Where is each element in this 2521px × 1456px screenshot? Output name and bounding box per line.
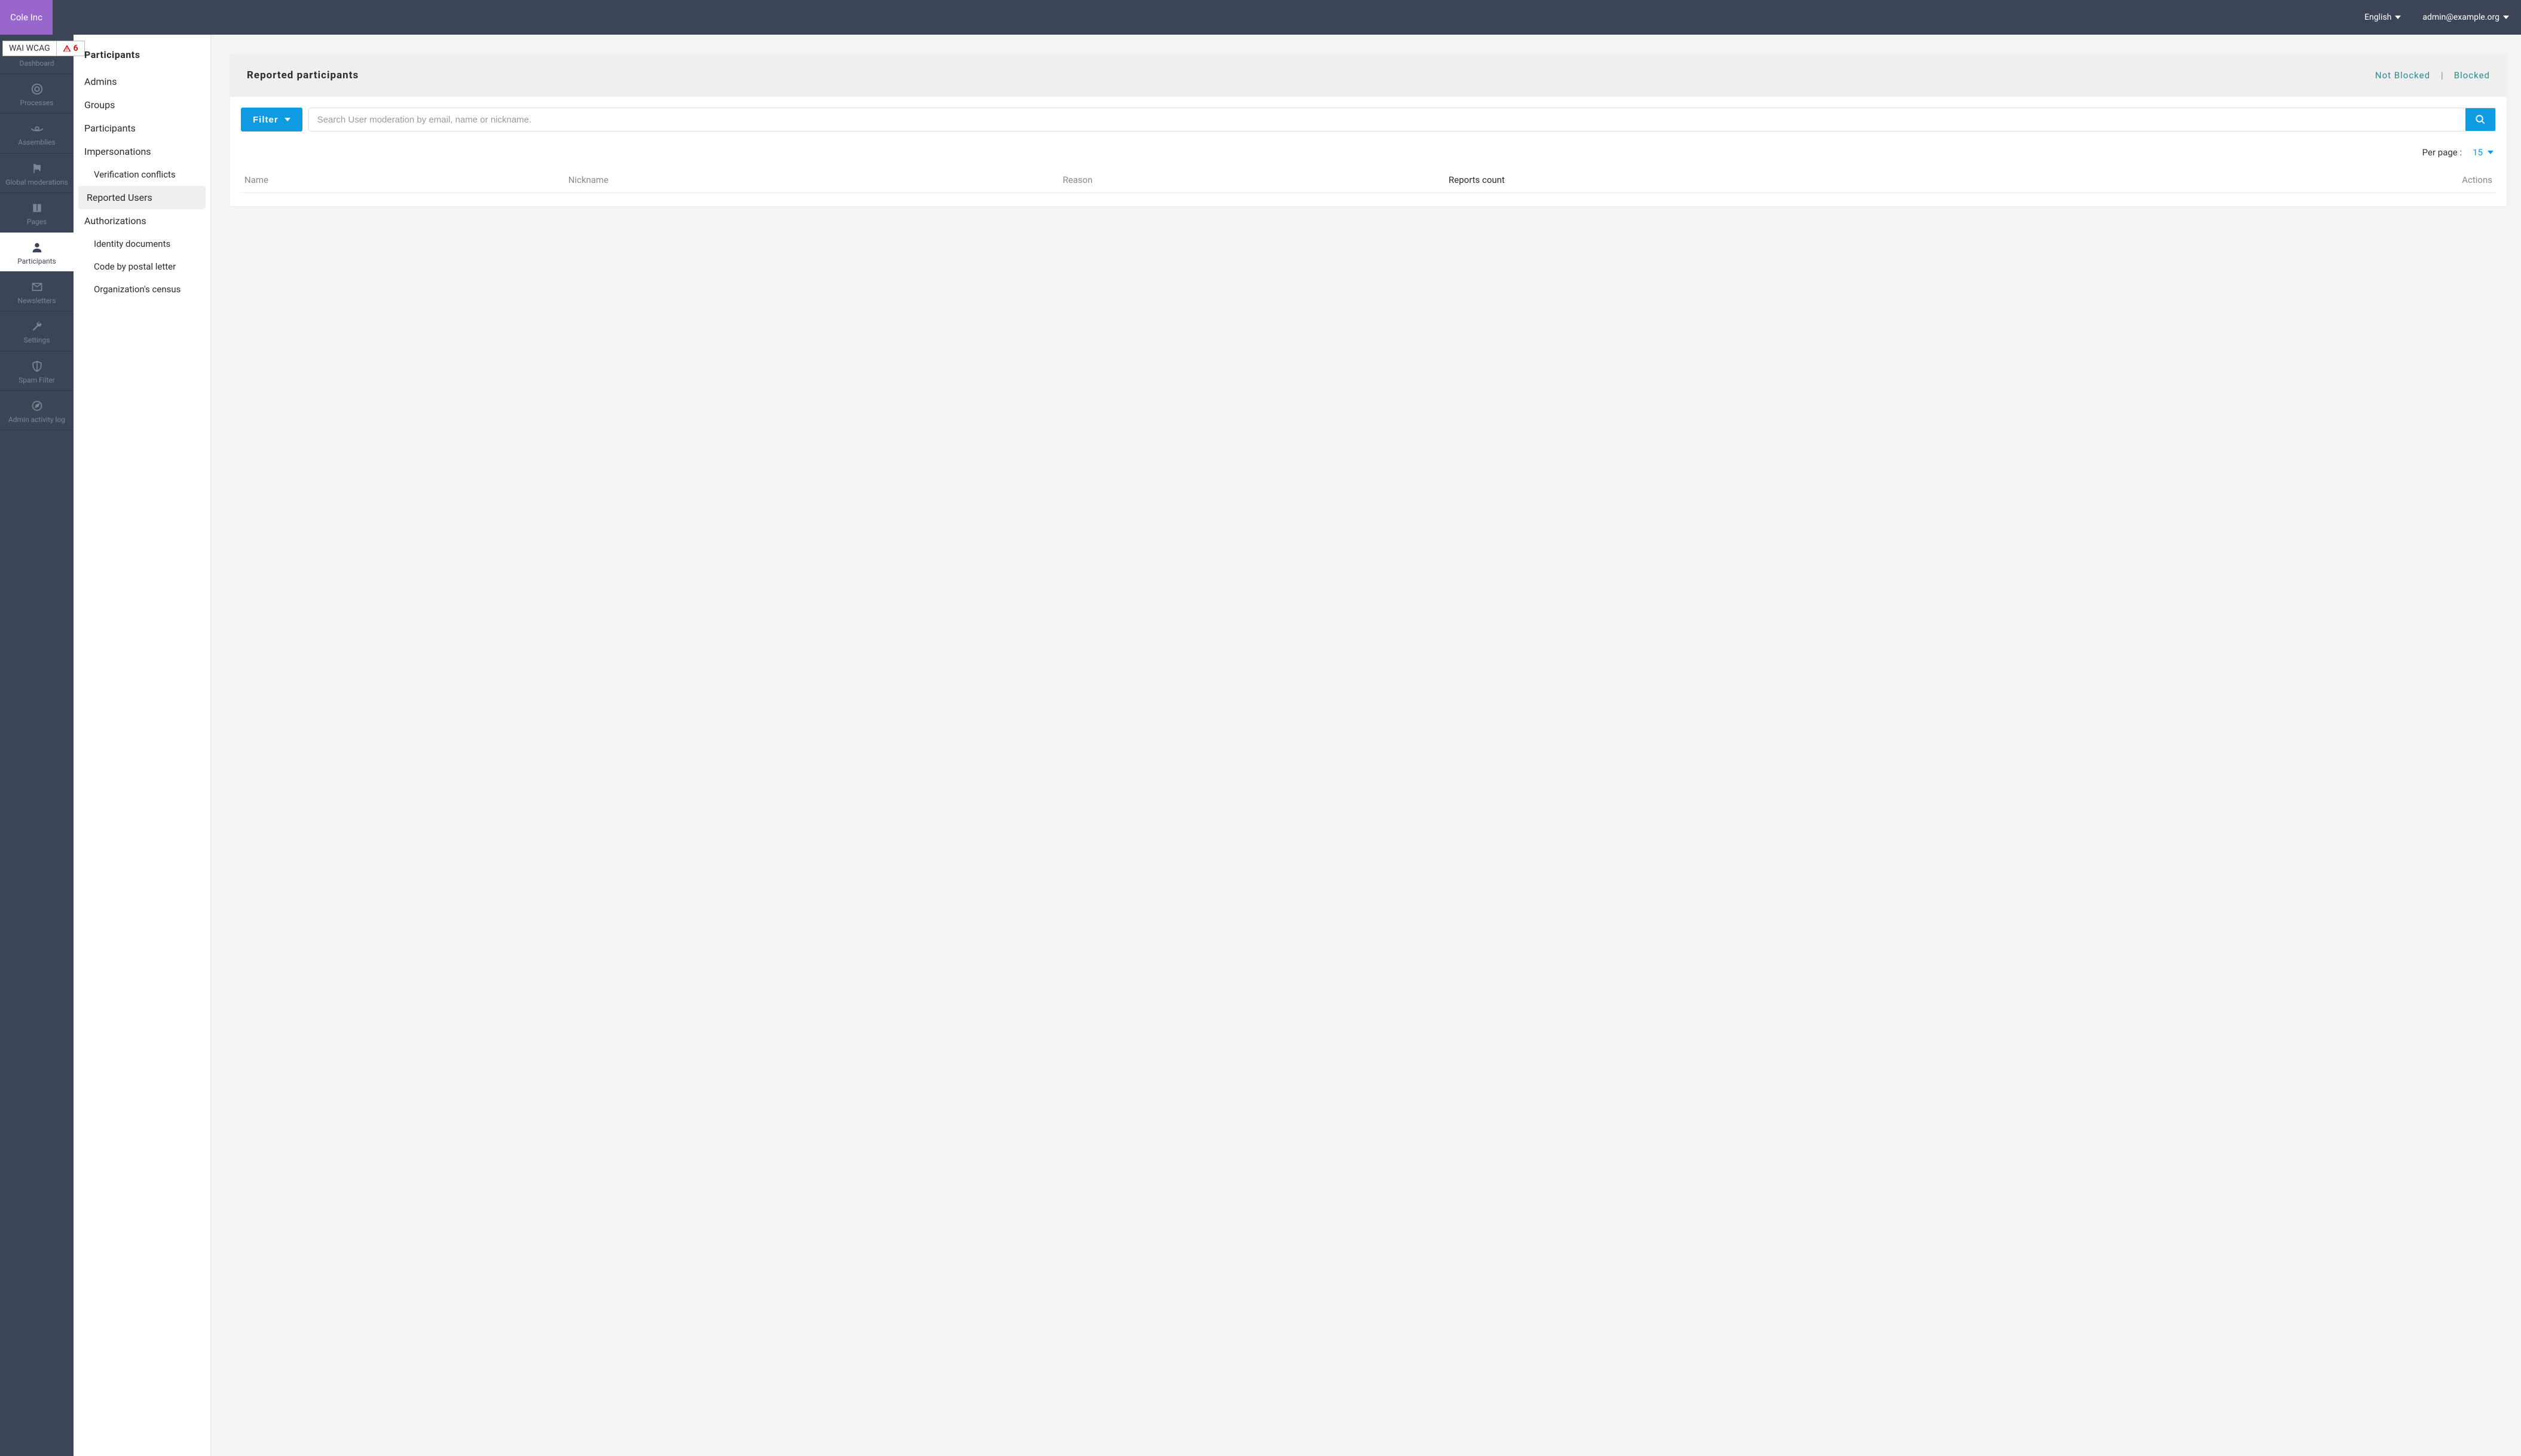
wcag-badge[interactable]: WAI WCAG 6 (2, 41, 85, 56)
filter-button-label: Filter (253, 115, 279, 125)
link-blocked[interactable]: Blocked (2454, 70, 2490, 81)
subnav-item-identity-documents[interactable]: Identity documents (74, 233, 210, 255)
subnav-item-verification-conflicts[interactable]: Verification conflicts (74, 163, 210, 186)
filter-row: Filter (230, 97, 2507, 139)
table-wrap: Name Nickname Reason Reports count Actio… (230, 163, 2507, 206)
secondary-sidebar-title: Participants (74, 49, 210, 70)
per-page-select[interactable]: 15 (2473, 147, 2494, 158)
filter-button[interactable]: Filter (241, 108, 302, 131)
sidebar-item-processes[interactable]: Processes (0, 74, 74, 114)
secondary-sidebar: Participants Admins Groups Participants … (74, 35, 211, 1456)
subnav-item-code-postal[interactable]: Code by postal letter (74, 255, 210, 278)
sidebar-item-participants[interactable]: Participants (0, 233, 74, 272)
sidebar-item-pages[interactable]: Pages (0, 193, 74, 233)
sidebar-item-spam-filter[interactable]: Spam Filter (0, 351, 74, 391)
nav-label: Assemblies (18, 139, 55, 146)
brand-logo[interactable]: Cole Inc (0, 0, 53, 35)
block-filter-links: Not Blocked | Blocked (2375, 70, 2490, 81)
search-input[interactable] (309, 108, 2465, 131)
envelope-icon (30, 280, 44, 293)
sidebar-item-admin-activity-log[interactable]: Admin activity log (0, 391, 74, 430)
caret-down-icon (2488, 151, 2494, 154)
col-actions: Actions (2105, 163, 2496, 193)
book-icon (30, 201, 44, 215)
language-label: English (2364, 13, 2391, 22)
person-icon (30, 241, 44, 254)
col-nickname[interactable]: Nickname (565, 163, 1059, 193)
nav-label: Dashboard (19, 60, 54, 68)
per-page-row: Per page : 15 (230, 139, 2507, 163)
nav-label: Participants (17, 258, 56, 265)
subnav-item-authorizations[interactable]: Authorizations (74, 209, 210, 233)
sidebar-item-assemblies[interactable]: Assemblies (0, 114, 74, 153)
nav-label: Spam Filter (19, 377, 55, 384)
per-page-value: 15 (2473, 147, 2483, 158)
col-name[interactable]: Name (241, 163, 565, 193)
per-page-label: Per page : (2422, 147, 2462, 158)
subnav-item-groups[interactable]: Groups (74, 93, 210, 117)
user-email-label: admin@example.org (2422, 13, 2499, 22)
orbit-icon (30, 122, 44, 135)
link-not-blocked[interactable]: Not Blocked (2375, 70, 2430, 81)
search-button[interactable] (2465, 108, 2495, 131)
top-bar: Cole Inc English admin@example.org (0, 0, 2521, 35)
subnav-item-impersonations[interactable]: Impersonations (74, 140, 210, 163)
col-reports-count[interactable]: Reports count (1445, 163, 2105, 193)
divider: | (2441, 70, 2443, 81)
subnav-item-admins[interactable]: Admins (74, 70, 210, 93)
subnav-item-reported-users[interactable]: Reported Users (78, 186, 206, 209)
caret-down-icon (2395, 16, 2401, 19)
nav-label: Settings (24, 337, 50, 344)
caret-down-icon (2503, 16, 2509, 19)
target-icon (30, 82, 44, 96)
subnav-item-participants[interactable]: Participants (74, 117, 210, 140)
nav-label: Admin activity log (8, 416, 65, 424)
sidebar-item-newsletters[interactable]: Newsletters (0, 272, 74, 311)
wrench-icon (30, 320, 44, 333)
nav-label: Processes (20, 99, 54, 107)
reported-participants-card: Reported participants Not Blocked | Bloc… (230, 54, 2507, 206)
user-menu[interactable]: admin@example.org (2410, 13, 2521, 22)
page-title: Reported participants (247, 69, 359, 81)
primary-sidebar: Dashboard Processes Assemblies Global mo… (0, 35, 74, 1456)
compass-icon (30, 399, 44, 412)
sidebar-item-settings[interactable]: Settings (0, 311, 74, 351)
col-reason[interactable]: Reason (1059, 163, 1445, 193)
caret-down-icon (284, 118, 290, 121)
main-content: Reported participants Not Blocked | Bloc… (211, 35, 2521, 1456)
card-header: Reported participants Not Blocked | Bloc… (230, 54, 2507, 97)
subnav-item-org-census[interactable]: Organization's census (74, 278, 210, 301)
warning-icon (63, 44, 71, 53)
language-switcher[interactable]: English (2355, 13, 2410, 22)
sidebar-item-global-moderations[interactable]: Global moderations (0, 154, 74, 193)
wcag-error-count: 6 (57, 41, 84, 56)
search-wrap (308, 108, 2496, 131)
nav-label: Newsletters (18, 297, 56, 305)
search-icon (2475, 114, 2486, 125)
nav-label: Global moderations (5, 179, 68, 186)
wcag-label: WAI WCAG (3, 41, 57, 56)
participants-table: Name Nickname Reason Reports count Actio… (241, 163, 2496, 193)
nav-label: Pages (27, 218, 47, 226)
flag-icon (30, 162, 44, 175)
shield-icon (30, 360, 44, 373)
